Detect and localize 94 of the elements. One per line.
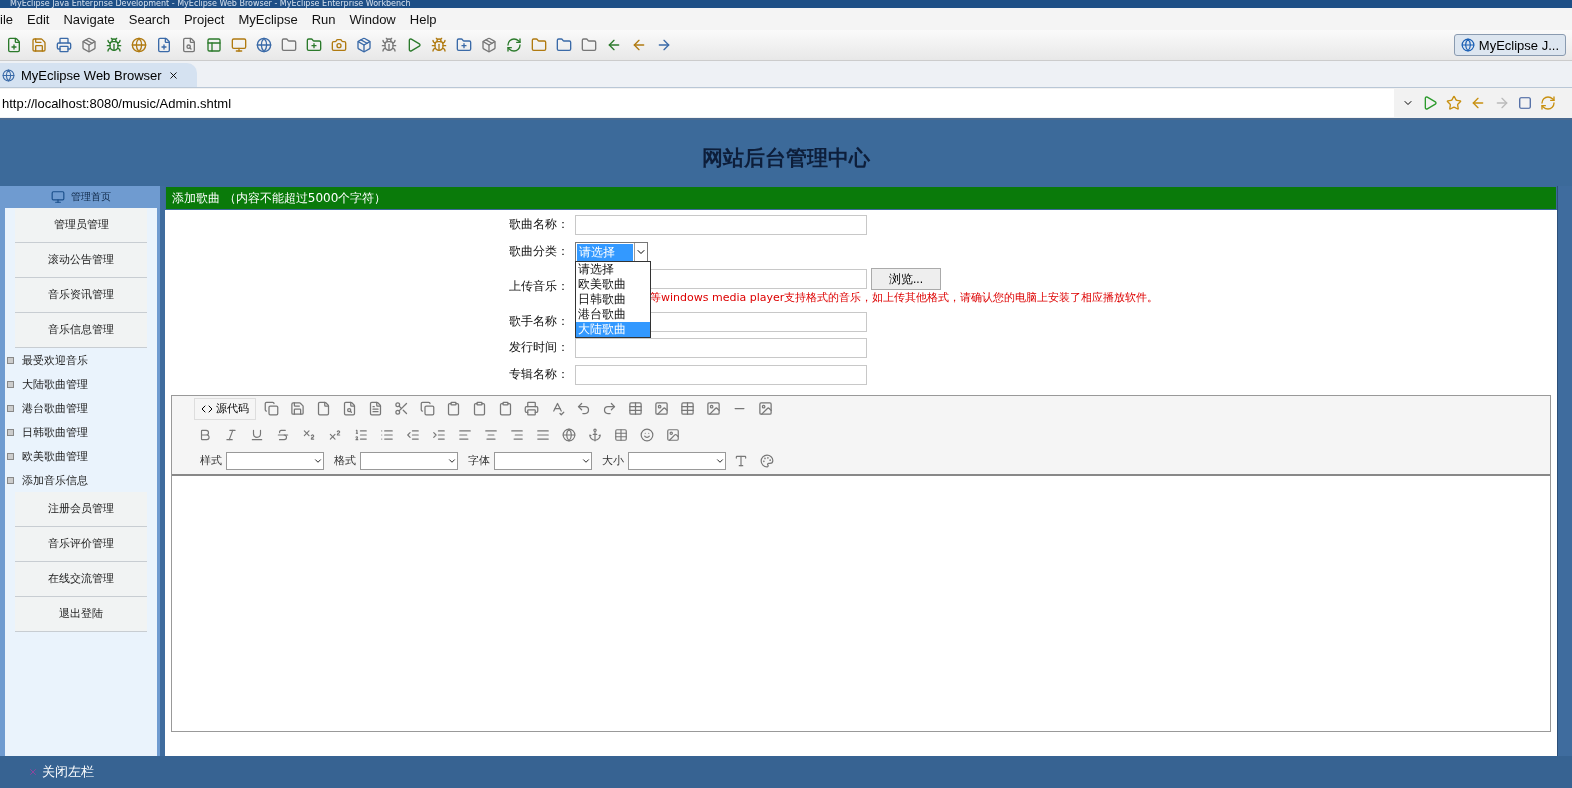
sidebar-subitem[interactable]: 欧美歌曲管理 xyxy=(22,448,88,464)
toolbar-icon[interactable] xyxy=(81,37,97,53)
toolbar-icon[interactable] xyxy=(356,37,372,53)
toolbar-icon[interactable] xyxy=(106,37,122,53)
toolbar-icon[interactable] xyxy=(631,37,647,53)
perspective-button[interactable]: MyEclipse J... xyxy=(1453,34,1566,56)
sidebar-item[interactable]: 退出登陆 xyxy=(15,597,147,632)
source-button[interactable]: 源代码 xyxy=(194,397,256,420)
bullet-icon xyxy=(7,476,14,484)
browse-button[interactable]: 浏览... xyxy=(871,268,941,290)
dropdown-label: 格式 xyxy=(334,453,356,468)
upload-hint: 等windows media player支持格式的音乐，如上传其他格式，请确认您的电脑上安装了相应播放软件。 xyxy=(650,290,1160,305)
toolbar-icon[interactable] xyxy=(131,37,147,53)
globe-icon xyxy=(2,68,15,82)
sidebar-item[interactable]: 音乐资讯管理 xyxy=(15,278,147,313)
dropdown-label: 大小 xyxy=(602,453,624,468)
sidebar-item[interactable]: 滚动公告管理 xyxy=(15,243,147,278)
toolbar-icon[interactable] xyxy=(606,37,622,53)
toolbar-icon[interactable] xyxy=(431,37,447,53)
menu-item[interactable]: Window xyxy=(342,11,403,27)
computer-icon xyxy=(51,190,65,204)
refresh-icon[interactable] xyxy=(1540,95,1556,111)
star-icon[interactable] xyxy=(1446,95,1462,111)
field-label: 歌曲名称： xyxy=(508,215,570,233)
toolbar-icon[interactable] xyxy=(6,37,22,53)
toolbar-icon[interactable] xyxy=(156,37,172,53)
toolbar-icon[interactable] xyxy=(406,37,422,53)
field-label: 歌曲分类： xyxy=(508,242,570,260)
menu-item[interactable]: MyEclipse xyxy=(231,11,305,27)
window-title: MyEclipse Java Enterprise Development - MyEclipse Web Browser - MyEclipse Enterprise Workbench xyxy=(9,0,411,8)
menu-item[interactable]: Project xyxy=(176,11,232,27)
bullet-icon xyxy=(7,452,14,460)
dropdown-label: 样式 xyxy=(200,453,222,468)
bullet-icon xyxy=(7,356,14,364)
toolbar-icon[interactable] xyxy=(56,37,72,53)
menu-item[interactable]: Navigate xyxy=(56,11,122,27)
bullet-icon xyxy=(7,428,14,436)
close-icon xyxy=(28,767,38,777)
text-field[interactable] xyxy=(575,214,867,235)
toolbar-icon[interactable] xyxy=(331,37,347,53)
toolbar-icon[interactable] xyxy=(531,37,547,53)
globe-icon xyxy=(1460,38,1475,52)
bullet-icon xyxy=(7,404,14,412)
sidebar-subitem[interactable]: 添加音乐信息 xyxy=(22,472,88,488)
menu-item[interactable]: Help xyxy=(402,11,444,27)
sidebar-subitem[interactable]: 最受欢迎音乐 xyxy=(22,352,88,368)
play-icon[interactable] xyxy=(1422,95,1438,111)
field-label: 上传音乐： xyxy=(508,278,570,295)
toolbar-icon[interactable] xyxy=(306,37,322,53)
toolbar-icon[interactable] xyxy=(381,37,397,53)
toolbar-icon[interactable] xyxy=(581,37,597,53)
sidebar-subitem[interactable]: 大陆歌曲管理 xyxy=(22,376,88,392)
sidebar-item[interactable]: 注册会员管理 xyxy=(15,492,147,527)
toolbar-icon[interactable] xyxy=(256,37,272,53)
browser-tab[interactable]: MyEclipse Web Browser xyxy=(0,63,197,87)
close-sidebar-link[interactable]: 关闭左栏 xyxy=(28,763,94,781)
url-field[interactable]: http://localhost:8080/music/Admin.shtml xyxy=(0,89,1394,117)
field-label: 歌手名称： xyxy=(508,312,570,330)
toolbar-icon[interactable] xyxy=(31,37,47,53)
sidebar-item[interactable]: 在线交流管理 xyxy=(15,562,147,597)
style-dropdown[interactable] xyxy=(360,451,458,470)
field-label: 发行时间： xyxy=(508,339,570,357)
sidebar-subitem[interactable]: 日韩歌曲管理 xyxy=(22,424,88,440)
sidebar-home[interactable]: 管理首页 xyxy=(71,190,111,204)
back-icon[interactable] xyxy=(1470,95,1486,111)
bullet-icon xyxy=(7,380,14,388)
toolbar-icon[interactable] xyxy=(656,37,672,53)
toolbar-icon[interactable] xyxy=(231,37,247,53)
toolbar-icon[interactable] xyxy=(281,37,297,53)
style-dropdown[interactable] xyxy=(628,451,726,470)
dropdown-label: 字体 xyxy=(468,453,490,468)
menu-item[interactable]: Search xyxy=(121,11,177,27)
sidebar-item[interactable]: 音乐评价管理 xyxy=(15,527,147,562)
menu-item[interactable]: ile xyxy=(0,11,20,27)
style-dropdown[interactable] xyxy=(226,451,324,470)
style-dropdown[interactable] xyxy=(494,451,592,470)
toolbar-icon[interactable] xyxy=(481,37,497,53)
page-title: 网站后台管理中心 xyxy=(702,144,870,172)
field-label: 专辑名称： xyxy=(508,365,570,383)
text-field[interactable] xyxy=(575,338,867,358)
toolbar-icon[interactable] xyxy=(206,37,222,53)
sidebar-item[interactable]: 音乐信息管理 xyxy=(15,313,147,348)
toolbar-icon[interactable] xyxy=(456,37,472,53)
menu-item[interactable]: Edit xyxy=(20,11,57,27)
stop-icon[interactable] xyxy=(1518,96,1532,110)
toolbar-icon[interactable] xyxy=(506,37,522,53)
text-field[interactable] xyxy=(575,364,867,385)
section-header: 添加歌曲 （内容不能超过5000个字符） xyxy=(172,189,387,207)
close-icon[interactable] xyxy=(167,69,179,81)
sidebar-item[interactable]: 管理员管理 xyxy=(15,208,147,243)
menu-item[interactable]: Run xyxy=(304,11,343,27)
toolbar-icon[interactable] xyxy=(556,37,572,53)
toolbar-icon[interactable] xyxy=(181,37,197,53)
sidebar-subitem[interactable]: 港台歌曲管理 xyxy=(22,400,88,416)
